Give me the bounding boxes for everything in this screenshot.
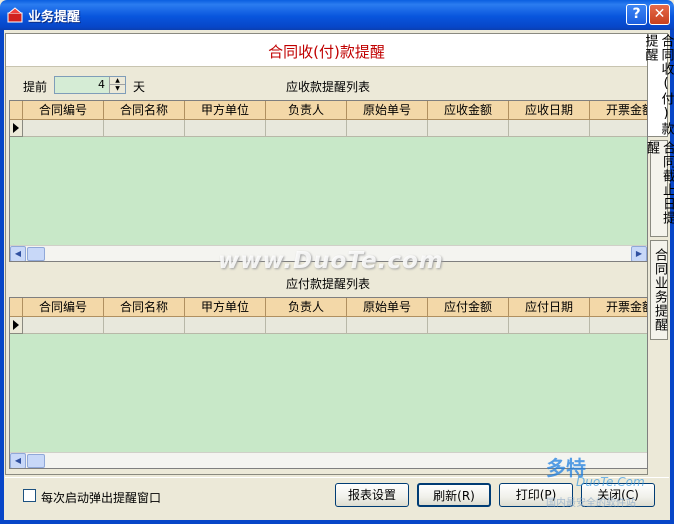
days-unit-label: 天 — [133, 80, 146, 94]
column-header[interactable]: 开票金额 — [590, 298, 647, 317]
table-cell[interactable] — [104, 317, 185, 334]
column-header[interactable]: 甲方单位 — [185, 298, 266, 317]
column-header[interactable]: 应收金额 — [428, 101, 509, 120]
table-cell[interactable] — [23, 317, 104, 334]
table-cell[interactable] — [428, 120, 509, 137]
row-indicator — [10, 317, 23, 334]
window-frame-bottom — [0, 520, 674, 524]
popup-on-start-label[interactable]: 每次启动弹出提醒窗口 — [41, 489, 161, 506]
help-button[interactable]: ? — [626, 4, 647, 25]
spin-up-icon[interactable]: ▲ — [110, 77, 125, 85]
spin-down-icon[interactable]: ▼ — [110, 85, 125, 93]
header-band: 合同收(付)款提醒 — [6, 34, 647, 67]
column-header[interactable]: 合同编号 — [23, 298, 104, 317]
table-cell[interactable] — [509, 317, 590, 334]
column-header[interactable]: 合同编号 — [23, 101, 104, 120]
corner-watermark-site: DuoTe.Com — [576, 475, 645, 489]
current-row-icon — [13, 123, 19, 133]
table-cell[interactable] — [509, 120, 590, 137]
header-corner — [10, 298, 23, 317]
days-spinner[interactable]: 4 ▲ ▼ — [54, 76, 126, 94]
column-header[interactable]: 原始单号 — [347, 298, 428, 317]
receivable-list-label: 应收款提醒列表 — [286, 80, 371, 94]
spin-buttons: ▲ ▼ — [109, 77, 125, 93]
window-close-button[interactable]: ✕ — [649, 4, 670, 25]
tab-receipt-payment-reminder[interactable]: 合同收(付)款提醒 — [643, 33, 674, 137]
popup-on-start-checkbox[interactable] — [23, 489, 36, 502]
current-row-icon — [13, 320, 19, 330]
table-cell[interactable] — [590, 317, 647, 334]
table-cell[interactable] — [23, 120, 104, 137]
table-cell[interactable] — [428, 317, 509, 334]
watermark: www.DuoTe.com — [218, 248, 444, 274]
advance-label: 提前 — [23, 80, 48, 94]
scroll-thumb[interactable] — [27, 454, 45, 468]
table-cell[interactable] — [185, 317, 266, 334]
table-cell[interactable] — [104, 120, 185, 137]
table-cell[interactable] — [266, 317, 347, 334]
column-header[interactable]: 负责人 — [266, 101, 347, 120]
table-cell[interactable] — [266, 120, 347, 137]
corner-watermark-sub: 国内最安全的软件站 — [546, 498, 636, 509]
table-cell[interactable] — [185, 120, 266, 137]
column-header[interactable]: 原始单号 — [347, 101, 428, 120]
column-header[interactable]: 甲方单位 — [185, 101, 266, 120]
column-header[interactable]: 合同名称 — [104, 298, 185, 317]
refresh-button[interactable]: 刷新(R) — [417, 483, 491, 507]
scroll-right-icon[interactable]: ▶ — [631, 246, 647, 261]
scroll-left-icon[interactable]: ◀ — [10, 453, 26, 468]
table-cell[interactable] — [590, 120, 647, 137]
payable-grid-header: 合同编号 合同名称 甲方单位 负责人 原始单号 应付金额 应付日期 开票金额 — [10, 298, 647, 317]
row-indicator — [10, 120, 23, 137]
payable-list-label: 应付款提醒列表 — [286, 277, 371, 291]
receivable-grid[interactable]: 合同编号 合同名称 甲方单位 负责人 原始单号 应收金额 应收日期 开票金额 ◀… — [9, 100, 648, 262]
scroll-thumb[interactable] — [27, 247, 45, 261]
receivable-grid-header: 合同编号 合同名称 甲方单位 负责人 原始单号 应收金额 应收日期 开票金额 — [10, 101, 647, 120]
page-title: 合同收(付)款提醒 — [268, 43, 385, 61]
app-icon — [7, 7, 23, 23]
column-header[interactable]: 合同名称 — [104, 101, 185, 120]
tab-business-reminder[interactable]: 合同业务提醒 — [650, 240, 668, 340]
header-corner — [10, 101, 23, 120]
tab-deadline-reminder[interactable]: 合同截止日提醒 — [644, 140, 674, 237]
table-row[interactable] — [10, 317, 647, 334]
table-cell[interactable] — [347, 317, 428, 334]
column-header[interactable]: 负责人 — [266, 298, 347, 317]
title-bar: 业务提醒 ? ✕ — [0, 0, 674, 30]
scroll-left-icon[interactable]: ◀ — [10, 246, 26, 261]
table-row[interactable] — [10, 120, 647, 137]
days-value[interactable]: 4 — [98, 78, 105, 91]
payable-grid[interactable]: 合同编号 合同名称 甲方单位 负责人 原始单号 应付金额 应付日期 开票金额 ◀ — [9, 297, 648, 469]
window-title: 业务提醒 — [28, 10, 81, 25]
report-settings-button[interactable]: 报表设置 — [335, 483, 409, 507]
window-frame-left — [0, 30, 4, 524]
table-cell[interactable] — [347, 120, 428, 137]
column-header[interactable]: 应付日期 — [509, 298, 590, 317]
column-header[interactable]: 开票金额 — [590, 101, 647, 120]
column-header[interactable]: 应付金额 — [428, 298, 509, 317]
column-header[interactable]: 应收日期 — [509, 101, 590, 120]
